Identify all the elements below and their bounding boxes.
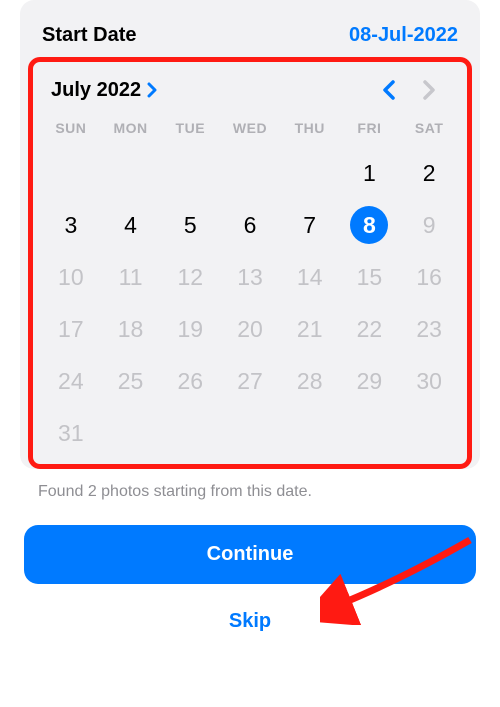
- day-cell: 28: [280, 360, 340, 402]
- day-cell[interactable]: 8: [340, 204, 400, 246]
- day-cell: 29: [340, 360, 400, 402]
- day-cell: 15: [340, 256, 400, 298]
- day-cell: 10: [41, 256, 101, 298]
- day-cell: 26: [160, 360, 220, 402]
- day-cell[interactable]: 6: [220, 204, 280, 246]
- day-cell: 23: [399, 308, 459, 350]
- start-date-label: Start Date: [42, 24, 136, 47]
- day-cell: 25: [101, 360, 161, 402]
- day-cell: 9: [399, 204, 459, 246]
- day-cell[interactable]: 2: [399, 152, 459, 194]
- chevron-right-icon: [422, 79, 436, 101]
- continue-button[interactable]: Continue: [24, 525, 476, 584]
- day-of-week-label: FRI: [340, 120, 400, 142]
- day-cell: 17: [41, 308, 101, 350]
- day-cell: 13: [220, 256, 280, 298]
- day-cell[interactable]: 7: [280, 204, 340, 246]
- day-cell: 11: [101, 256, 161, 298]
- day-of-week-label: SAT: [399, 120, 459, 142]
- status-text: Found 2 photos starting from this date.: [0, 469, 500, 501]
- day-blank: [280, 152, 340, 194]
- day-cell: 24: [41, 360, 101, 402]
- date-picker-card: Start Date 08-Jul-2022 July 2022 SUNMONT…: [20, 0, 480, 469]
- day-cell: 16: [399, 256, 459, 298]
- chevron-right-icon: [147, 82, 157, 98]
- day-cell: 19: [160, 308, 220, 350]
- month-picker-button[interactable]: July 2022: [51, 79, 157, 102]
- day-cell: 21: [280, 308, 340, 350]
- day-of-week-label: MON: [101, 120, 161, 142]
- day-blank: [160, 152, 220, 194]
- day-blank: [220, 152, 280, 194]
- day-cell: 30: [399, 360, 459, 402]
- day-of-week-label: SUN: [41, 120, 101, 142]
- month-label: July 2022: [51, 79, 141, 102]
- calendar-grid: SUNMONTUEWEDTHUFRISAT1234567891011121314…: [41, 120, 459, 454]
- day-cell: 27: [220, 360, 280, 402]
- prev-month-button[interactable]: [369, 74, 409, 106]
- calendar-header: July 2022: [41, 74, 459, 120]
- chevron-left-icon: [382, 79, 396, 101]
- day-cell: 20: [220, 308, 280, 350]
- day-cell: 31: [41, 412, 101, 454]
- skip-button[interactable]: Skip: [0, 610, 500, 633]
- start-date-value[interactable]: 08-Jul-2022: [349, 24, 458, 47]
- day-cell: 12: [160, 256, 220, 298]
- day-cell: 14: [280, 256, 340, 298]
- header-row: Start Date 08-Jul-2022: [20, 12, 480, 57]
- day-cell[interactable]: 1: [340, 152, 400, 194]
- day-of-week-label: THU: [280, 120, 340, 142]
- next-month-button[interactable]: [409, 74, 449, 106]
- day-cell[interactable]: 4: [101, 204, 161, 246]
- day-cell: 22: [340, 308, 400, 350]
- day-of-week-label: TUE: [160, 120, 220, 142]
- day-blank: [41, 152, 101, 194]
- day-blank: [101, 152, 161, 194]
- calendar-highlight-frame: July 2022 SUNMONTUEWEDTHUFRISAT123456789…: [28, 57, 472, 469]
- day-cell: 18: [101, 308, 161, 350]
- day-of-week-label: WED: [220, 120, 280, 142]
- day-cell[interactable]: 5: [160, 204, 220, 246]
- day-cell[interactable]: 3: [41, 204, 101, 246]
